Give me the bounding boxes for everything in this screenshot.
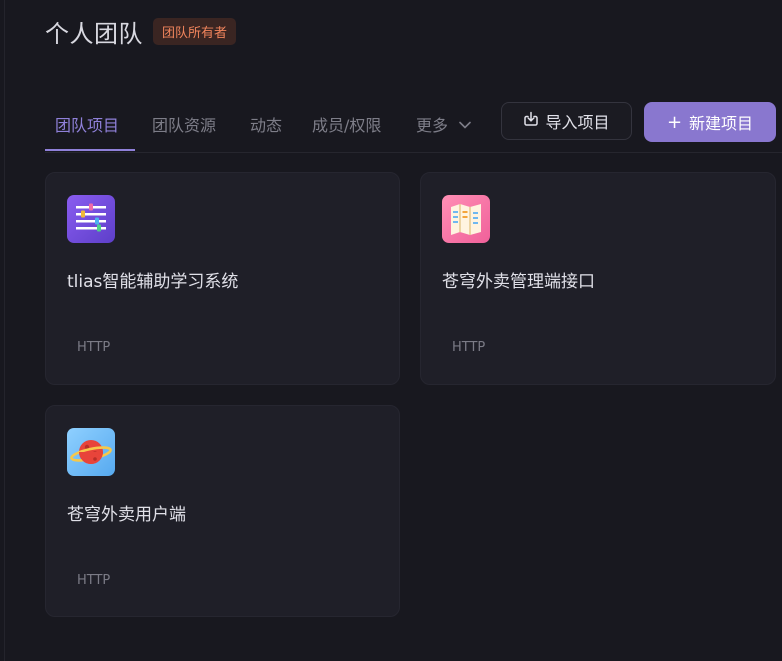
project-type: HTTP bbox=[77, 340, 111, 355]
tab-team-projects[interactable]: 团队项目 bbox=[55, 112, 119, 136]
new-project-label: 新建项目 bbox=[689, 114, 754, 133]
project-card[interactable]: tlias智能辅助学习系统 HTTP bbox=[45, 172, 400, 385]
tab-bar: 团队项目 团队资源 动态 成员/权限 更多 导入项目 + 新建项目 bbox=[45, 100, 782, 153]
import-icon bbox=[523, 111, 545, 131]
project-title: 苍穹外卖管理端接口 bbox=[442, 272, 595, 292]
planet-icon bbox=[67, 428, 115, 476]
project-card[interactable]: 苍穹外卖管理端接口 HTTP bbox=[420, 172, 776, 385]
project-type: HTTP bbox=[77, 573, 111, 588]
tab-members-permissions[interactable]: 成员/权限 bbox=[312, 112, 381, 136]
import-project-label: 导入项目 bbox=[545, 113, 610, 132]
team-title: 个人团队 bbox=[45, 20, 143, 48]
import-project-button[interactable]: 导入项目 bbox=[501, 102, 632, 140]
project-title: tlias智能辅助学习系统 bbox=[67, 272, 239, 292]
project-type: HTTP bbox=[452, 340, 486, 355]
project-card[interactable]: 苍穹外卖用户端 HTTP bbox=[45, 405, 400, 617]
chevron-down-icon bbox=[459, 114, 471, 133]
plus-icon: + bbox=[666, 111, 683, 133]
active-tab-indicator bbox=[45, 149, 135, 151]
project-title: 苍穹外卖用户端 bbox=[67, 505, 186, 525]
tab-team-resources[interactable]: 团队资源 bbox=[152, 112, 216, 136]
tab-activity[interactable]: 动态 bbox=[250, 112, 282, 136]
owner-badge: 团队所有者 bbox=[153, 18, 237, 45]
team-projects-page: 个人团队 团队所有者 团队项目 团队资源 动态 成员/权限 更多 导入项目 + bbox=[0, 0, 782, 661]
left-divider bbox=[4, 0, 5, 661]
team-header: 个人团队 团队所有者 bbox=[45, 14, 237, 49]
tab-more[interactable]: 更多 bbox=[416, 112, 471, 136]
tab-more-label: 更多 bbox=[416, 116, 449, 135]
list-settings-icon bbox=[67, 195, 115, 243]
new-project-button[interactable]: + 新建项目 bbox=[644, 102, 776, 142]
map-icon bbox=[442, 195, 490, 243]
